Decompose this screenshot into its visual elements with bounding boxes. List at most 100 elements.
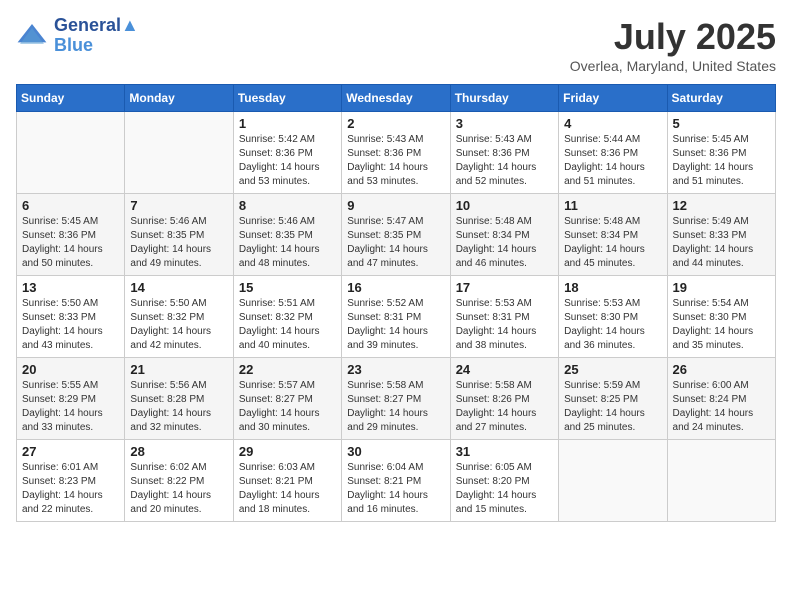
calendar-cell: 3 Sunrise: 5:43 AM Sunset: 8:36 PM Daylig… (450, 112, 558, 194)
day-number: 10 (456, 198, 553, 213)
calendar-cell (559, 440, 667, 522)
day-number: 24 (456, 362, 553, 377)
calendar-cell: 24 Sunrise: 5:58 AM Sunset: 8:26 PM Dayli… (450, 358, 558, 440)
day-info: Sunrise: 5:55 AM Sunset: 8:29 PM Dayligh… (22, 379, 119, 435)
day-number: 29 (239, 444, 336, 459)
calendar-cell: 28Sunrise: 6:02 AM Sunset: 8:22 PM Dayli… (125, 440, 233, 522)
day-number: 27 (22, 444, 119, 459)
calendar-cell: 4 Sunrise: 5:44 AM Sunset: 8:36 PM Daylig… (559, 112, 667, 194)
day-info: Sunrise: 5:48 AM Sunset: 8:34 PM Dayligh… (456, 215, 553, 271)
day-info: Sunrise: 5:44 AM Sunset: 8:36 PM Dayligh… (564, 133, 661, 189)
calendar-cell: 26 Sunrise: 6:00 AM Sunset: 8:24 PM Dayli… (667, 358, 775, 440)
day-info: Sunrise: 5:42 AM Sunset: 8:36 PM Dayligh… (239, 133, 336, 189)
calendar-cell: 29 Sunrise: 6:03 AM Sunset: 8:21 PM Dayli… (233, 440, 341, 522)
weekday-header-wednesday: Wednesday (342, 85, 450, 112)
day-number: 19 (673, 280, 770, 295)
day-info: Sunrise: 5:46 AM Sunset: 8:35 PM Dayligh… (239, 215, 336, 271)
calendar-table: SundayMondayTuesdayWednesdayThursdayFrid… (16, 84, 776, 522)
weekday-header-monday: Monday (125, 85, 233, 112)
day-info: Sunrise: 5:47 AM Sunset: 8:35 PM Dayligh… (347, 215, 444, 271)
day-number: 31 (456, 444, 553, 459)
weekday-header-tuesday: Tuesday (233, 85, 341, 112)
weekday-header-friday: Friday (559, 85, 667, 112)
logo-icon (16, 20, 48, 52)
calendar-week-row: 6 Sunrise: 5:45 AM Sunset: 8:36 PM Daylig… (17, 194, 776, 276)
weekday-header-thursday: Thursday (450, 85, 558, 112)
calendar-cell: 20 Sunrise: 5:55 AM Sunset: 8:29 PM Dayli… (17, 358, 125, 440)
day-number: 23 (347, 362, 444, 377)
month-title: July 2025 (570, 16, 776, 58)
day-info: Sunrise: 6:01 AM Sunset: 8:23 PM Dayligh… (22, 461, 119, 517)
day-number: 14 (130, 280, 227, 295)
calendar-week-row: 20 Sunrise: 5:55 AM Sunset: 8:29 PM Dayli… (17, 358, 776, 440)
day-info: Sunrise: 6:00 AM Sunset: 8:24 PM Dayligh… (673, 379, 770, 435)
day-number: 21 (130, 362, 227, 377)
day-number: 16 (347, 280, 444, 295)
day-number: 4 (564, 116, 661, 131)
calendar-cell: 23 Sunrise: 5:58 AM Sunset: 8:27 PM Dayli… (342, 358, 450, 440)
day-number: 9 (347, 198, 444, 213)
page-header: General▲ Blue July 2025 Overlea, Marylan… (16, 16, 776, 74)
day-info: Sunrise: 6:05 AM Sunset: 8:20 PM Dayligh… (456, 461, 553, 517)
calendar-cell (17, 112, 125, 194)
calendar-cell: 15Sunrise: 5:51 AM Sunset: 8:32 PM Dayli… (233, 276, 341, 358)
day-number: 18 (564, 280, 661, 295)
day-info: Sunrise: 5:58 AM Sunset: 8:26 PM Dayligh… (456, 379, 553, 435)
day-info: Sunrise: 5:45 AM Sunset: 8:36 PM Dayligh… (673, 133, 770, 189)
calendar-cell: 21 Sunrise: 5:56 AM Sunset: 8:28 PM Dayli… (125, 358, 233, 440)
day-info: Sunrise: 5:45 AM Sunset: 8:36 PM Dayligh… (22, 215, 119, 271)
calendar-cell: 9 Sunrise: 5:47 AM Sunset: 8:35 PM Daylig… (342, 194, 450, 276)
weekday-header-sunday: Sunday (17, 85, 125, 112)
calendar-cell: 31 Sunrise: 6:05 AM Sunset: 8:20 PM Dayli… (450, 440, 558, 522)
day-number: 25 (564, 362, 661, 377)
calendar-cell: 16 Sunrise: 5:52 AM Sunset: 8:31 PM Dayli… (342, 276, 450, 358)
day-number: 26 (673, 362, 770, 377)
day-info: Sunrise: 5:50 AM Sunset: 8:32 PM Dayligh… (130, 297, 227, 353)
calendar-cell: 25Sunrise: 5:59 AM Sunset: 8:25 PM Dayli… (559, 358, 667, 440)
day-info: Sunrise: 5:49 AM Sunset: 8:33 PM Dayligh… (673, 215, 770, 271)
day-info: Sunrise: 5:43 AM Sunset: 8:36 PM Dayligh… (347, 133, 444, 189)
logo: General▲ Blue (16, 16, 139, 56)
calendar-cell: 27 Sunrise: 6:01 AM Sunset: 8:23 PM Dayli… (17, 440, 125, 522)
day-info: Sunrise: 5:56 AM Sunset: 8:28 PM Dayligh… (130, 379, 227, 435)
calendar-cell: 13Sunrise: 5:50 AM Sunset: 8:33 PM Dayli… (17, 276, 125, 358)
day-number: 3 (456, 116, 553, 131)
logo-text: General▲ Blue (54, 16, 139, 56)
calendar-cell: 17Sunrise: 5:53 AM Sunset: 8:31 PM Dayli… (450, 276, 558, 358)
day-number: 7 (130, 198, 227, 213)
day-number: 17 (456, 280, 553, 295)
calendar-cell: 6 Sunrise: 5:45 AM Sunset: 8:36 PM Daylig… (17, 194, 125, 276)
day-number: 20 (22, 362, 119, 377)
day-number: 13 (22, 280, 119, 295)
day-number: 30 (347, 444, 444, 459)
calendar-cell: 22 Sunrise: 5:57 AM Sunset: 8:27 PM Dayli… (233, 358, 341, 440)
day-info: Sunrise: 5:53 AM Sunset: 8:30 PM Dayligh… (564, 297, 661, 353)
day-number: 1 (239, 116, 336, 131)
day-info: Sunrise: 5:43 AM Sunset: 8:36 PM Dayligh… (456, 133, 553, 189)
day-info: Sunrise: 5:57 AM Sunset: 8:27 PM Dayligh… (239, 379, 336, 435)
day-info: Sunrise: 5:52 AM Sunset: 8:31 PM Dayligh… (347, 297, 444, 353)
calendar-cell: 19Sunrise: 5:54 AM Sunset: 8:30 PM Dayli… (667, 276, 775, 358)
weekday-header-row: SundayMondayTuesdayWednesdayThursdayFrid… (17, 85, 776, 112)
day-number: 8 (239, 198, 336, 213)
calendar-cell (125, 112, 233, 194)
day-number: 11 (564, 198, 661, 213)
day-number: 22 (239, 362, 336, 377)
calendar-week-row: 1 Sunrise: 5:42 AM Sunset: 8:36 PM Daylig… (17, 112, 776, 194)
calendar-cell: 18 Sunrise: 5:53 AM Sunset: 8:30 PM Dayli… (559, 276, 667, 358)
calendar-cell: 11Sunrise: 5:48 AM Sunset: 8:34 PM Dayli… (559, 194, 667, 276)
day-info: Sunrise: 5:58 AM Sunset: 8:27 PM Dayligh… (347, 379, 444, 435)
location: Overlea, Maryland, United States (570, 58, 776, 74)
calendar-cell: 30Sunrise: 6:04 AM Sunset: 8:21 PM Dayli… (342, 440, 450, 522)
calendar-cell: 12Sunrise: 5:49 AM Sunset: 8:33 PM Dayli… (667, 194, 775, 276)
day-number: 28 (130, 444, 227, 459)
day-info: Sunrise: 5:51 AM Sunset: 8:32 PM Dayligh… (239, 297, 336, 353)
day-number: 6 (22, 198, 119, 213)
calendar-cell: 10 Sunrise: 5:48 AM Sunset: 8:34 PM Dayli… (450, 194, 558, 276)
calendar-week-row: 13Sunrise: 5:50 AM Sunset: 8:33 PM Dayli… (17, 276, 776, 358)
calendar-cell: 1 Sunrise: 5:42 AM Sunset: 8:36 PM Daylig… (233, 112, 341, 194)
day-info: Sunrise: 6:03 AM Sunset: 8:21 PM Dayligh… (239, 461, 336, 517)
calendar-cell: 5Sunrise: 5:45 AM Sunset: 8:36 PM Daylig… (667, 112, 775, 194)
calendar-cell: 14 Sunrise: 5:50 AM Sunset: 8:32 PM Dayli… (125, 276, 233, 358)
calendar-cell: 8 Sunrise: 5:46 AM Sunset: 8:35 PM Daylig… (233, 194, 341, 276)
